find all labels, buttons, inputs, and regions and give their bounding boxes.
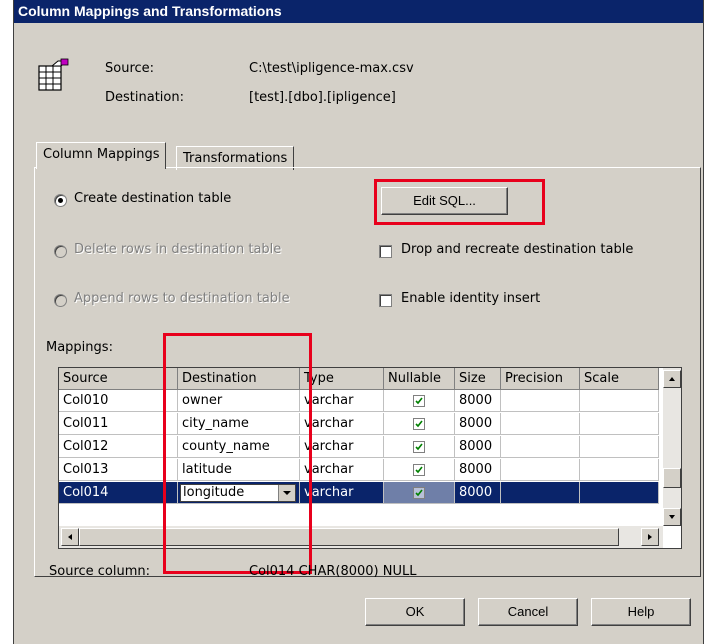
- vertical-scrollbar[interactable]: [663, 368, 681, 526]
- precision-cell[interactable]: [501, 413, 580, 435]
- nullable-cell[interactable]: [384, 413, 455, 435]
- scale-cell[interactable]: [580, 482, 659, 504]
- source-cell[interactable]: Col011: [59, 413, 178, 435]
- identity-insert-checkbox[interactable]: [379, 294, 392, 307]
- table-row[interactable]: Col014 longitude varchar 8000: [59, 482, 659, 504]
- append-rows-radio[interactable]: [54, 294, 67, 307]
- nullable-cell[interactable]: [384, 459, 455, 481]
- precision-cell[interactable]: [501, 482, 580, 504]
- column-header-type[interactable]: Type: [300, 368, 384, 390]
- table-row[interactable]: Col013 latitude varchar 8000: [59, 459, 659, 481]
- type-cell[interactable]: varchar: [300, 482, 384, 504]
- scale-cell[interactable]: [580, 459, 659, 481]
- nullable-cell[interactable]: [384, 390, 455, 412]
- table-row[interactable]: Col011 city_name varchar 8000: [59, 413, 659, 435]
- size-cell[interactable]: 8000: [455, 436, 501, 458]
- create-table-label[interactable]: Create destination table: [74, 191, 231, 206]
- arrow-down-icon[interactable]: [663, 508, 681, 526]
- size-cell[interactable]: 8000: [455, 459, 501, 481]
- destination-label: Destination:: [105, 90, 184, 105]
- nullable-checkbox[interactable]: [413, 418, 425, 430]
- precision-cell[interactable]: [501, 459, 580, 481]
- table-row[interactable]: Col012 county_name varchar 8000: [59, 436, 659, 458]
- horizontal-scrollbar[interactable]: [59, 526, 663, 548]
- nullable-checkbox[interactable]: [413, 395, 425, 407]
- column-header-nullable[interactable]: Nullable: [384, 368, 455, 390]
- column-header-scale[interactable]: Scale: [580, 368, 659, 390]
- drop-recreate-label[interactable]: Drop and recreate destination table: [401, 242, 633, 257]
- scale-cell[interactable]: [580, 436, 659, 458]
- arrow-right-icon[interactable]: [641, 528, 659, 546]
- source-cell[interactable]: Col012: [59, 436, 178, 458]
- scroll-thumb[interactable]: [663, 468, 681, 488]
- source-column-value: Col014 CHAR(8000) NULL: [249, 564, 417, 579]
- source-column-label: Source column:: [49, 564, 151, 579]
- precision-cell[interactable]: [501, 436, 580, 458]
- type-cell[interactable]: varchar: [300, 436, 384, 458]
- nullable-checkbox[interactable]: [413, 464, 425, 476]
- column-header-source[interactable]: Source: [59, 368, 178, 390]
- arrow-left-icon[interactable]: [61, 528, 79, 546]
- size-cell[interactable]: 8000: [455, 482, 501, 504]
- title-bar: Column Mappings and Transformations: [14, 0, 703, 23]
- table-icon: [38, 58, 72, 92]
- size-cell[interactable]: 8000: [455, 413, 501, 435]
- delete-rows-label[interactable]: Delete rows in destination table: [74, 242, 281, 257]
- scale-cell[interactable]: [580, 390, 659, 412]
- size-cell[interactable]: 8000: [455, 390, 501, 412]
- mappings-label: Mappings:: [46, 340, 113, 355]
- source-cell[interactable]: Col010: [59, 390, 178, 412]
- type-cell[interactable]: varchar: [300, 459, 384, 481]
- column-header-size[interactable]: Size: [455, 368, 501, 390]
- horizontal-scroll-thumb[interactable]: [79, 528, 619, 546]
- scale-cell[interactable]: [580, 413, 659, 435]
- table-row[interactable]: Col010 owner varchar 8000: [59, 390, 659, 412]
- arrow-up-icon[interactable]: [663, 370, 681, 388]
- destination-value: [test].[dbo].[ipligence]: [249, 90, 396, 105]
- drop-recreate-checkbox[interactable]: [379, 245, 392, 258]
- help-button[interactable]: Help: [591, 598, 691, 626]
- delete-rows-radio[interactable]: [54, 245, 67, 258]
- source-cell[interactable]: Col014: [59, 482, 178, 504]
- type-cell[interactable]: varchar: [300, 413, 384, 435]
- destination-column-highlight: [163, 333, 312, 574]
- nullable-checkbox[interactable]: [413, 487, 425, 499]
- tab-column-mappings[interactable]: Column Mappings: [36, 142, 167, 169]
- source-value: C:\test\ipligence-max.csv: [249, 61, 414, 76]
- source-cell[interactable]: Col013: [59, 459, 178, 481]
- ok-button[interactable]: OK: [365, 598, 465, 626]
- edit-sql-highlight: [374, 179, 545, 225]
- source-label: Source:: [105, 61, 155, 76]
- precision-cell[interactable]: [501, 390, 580, 412]
- identity-insert-label[interactable]: Enable identity insert: [401, 291, 540, 306]
- cancel-button[interactable]: Cancel: [478, 598, 578, 626]
- create-table-radio[interactable]: [54, 194, 67, 207]
- nullable-cell[interactable]: [384, 436, 455, 458]
- type-cell[interactable]: varchar: [300, 390, 384, 412]
- append-rows-label[interactable]: Append rows to destination table: [74, 291, 290, 306]
- nullable-checkbox[interactable]: [413, 441, 425, 453]
- column-mappings-dialog: Column Mappings and Transformations Sour…: [13, 0, 704, 644]
- column-header-precision[interactable]: Precision: [501, 368, 580, 390]
- nullable-cell[interactable]: [384, 482, 455, 504]
- mappings-grid[interactable]: Source Destination Type Nullable Size Pr…: [58, 367, 682, 549]
